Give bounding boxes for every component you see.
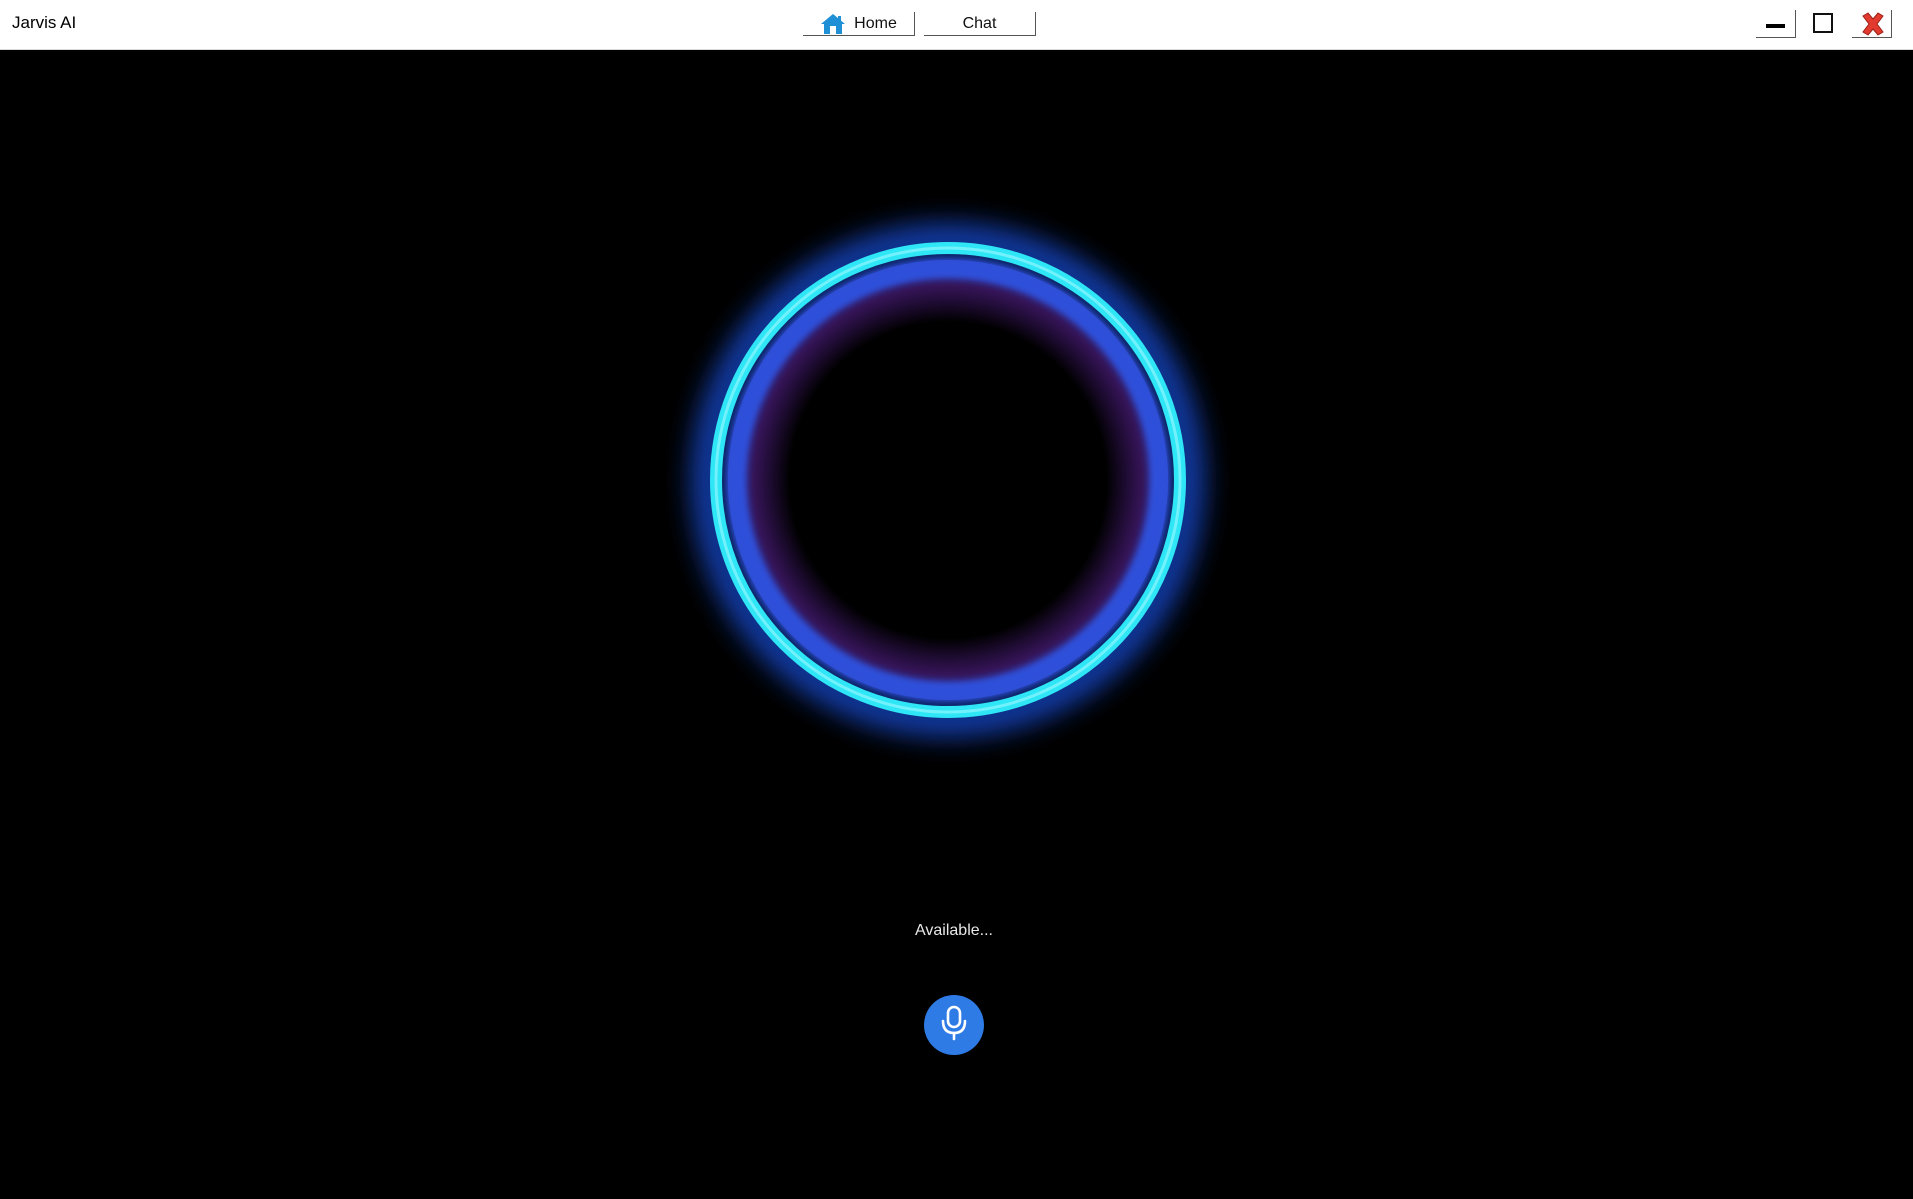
close-icon <box>1860 11 1886 42</box>
microphone-button[interactable] <box>924 995 984 1055</box>
nav-chat-button[interactable]: Chat <box>924 12 1036 36</box>
maximize-button[interactable] <box>1804 10 1844 38</box>
microphone-icon <box>939 1005 969 1046</box>
minimize-icon <box>1766 24 1785 28</box>
orb-graphic <box>693 225 1203 735</box>
home-icon <box>820 13 846 35</box>
close-button[interactable] <box>1852 10 1892 38</box>
maximize-icon <box>1813 13 1833 33</box>
app-title: Jarvis AI <box>12 13 77 32</box>
status-text: Available... <box>915 922 993 939</box>
nav-home-button[interactable]: Home <box>803 12 915 36</box>
minimize-button[interactable] <box>1756 10 1796 38</box>
title-bar: Jarvis AI Home Chat <box>0 0 1913 50</box>
nav-home-label: Home <box>854 14 897 32</box>
app-window: Jarvis AI Home Chat Available... <box>0 0 1913 1199</box>
nav-chat-label: Chat <box>962 14 997 32</box>
